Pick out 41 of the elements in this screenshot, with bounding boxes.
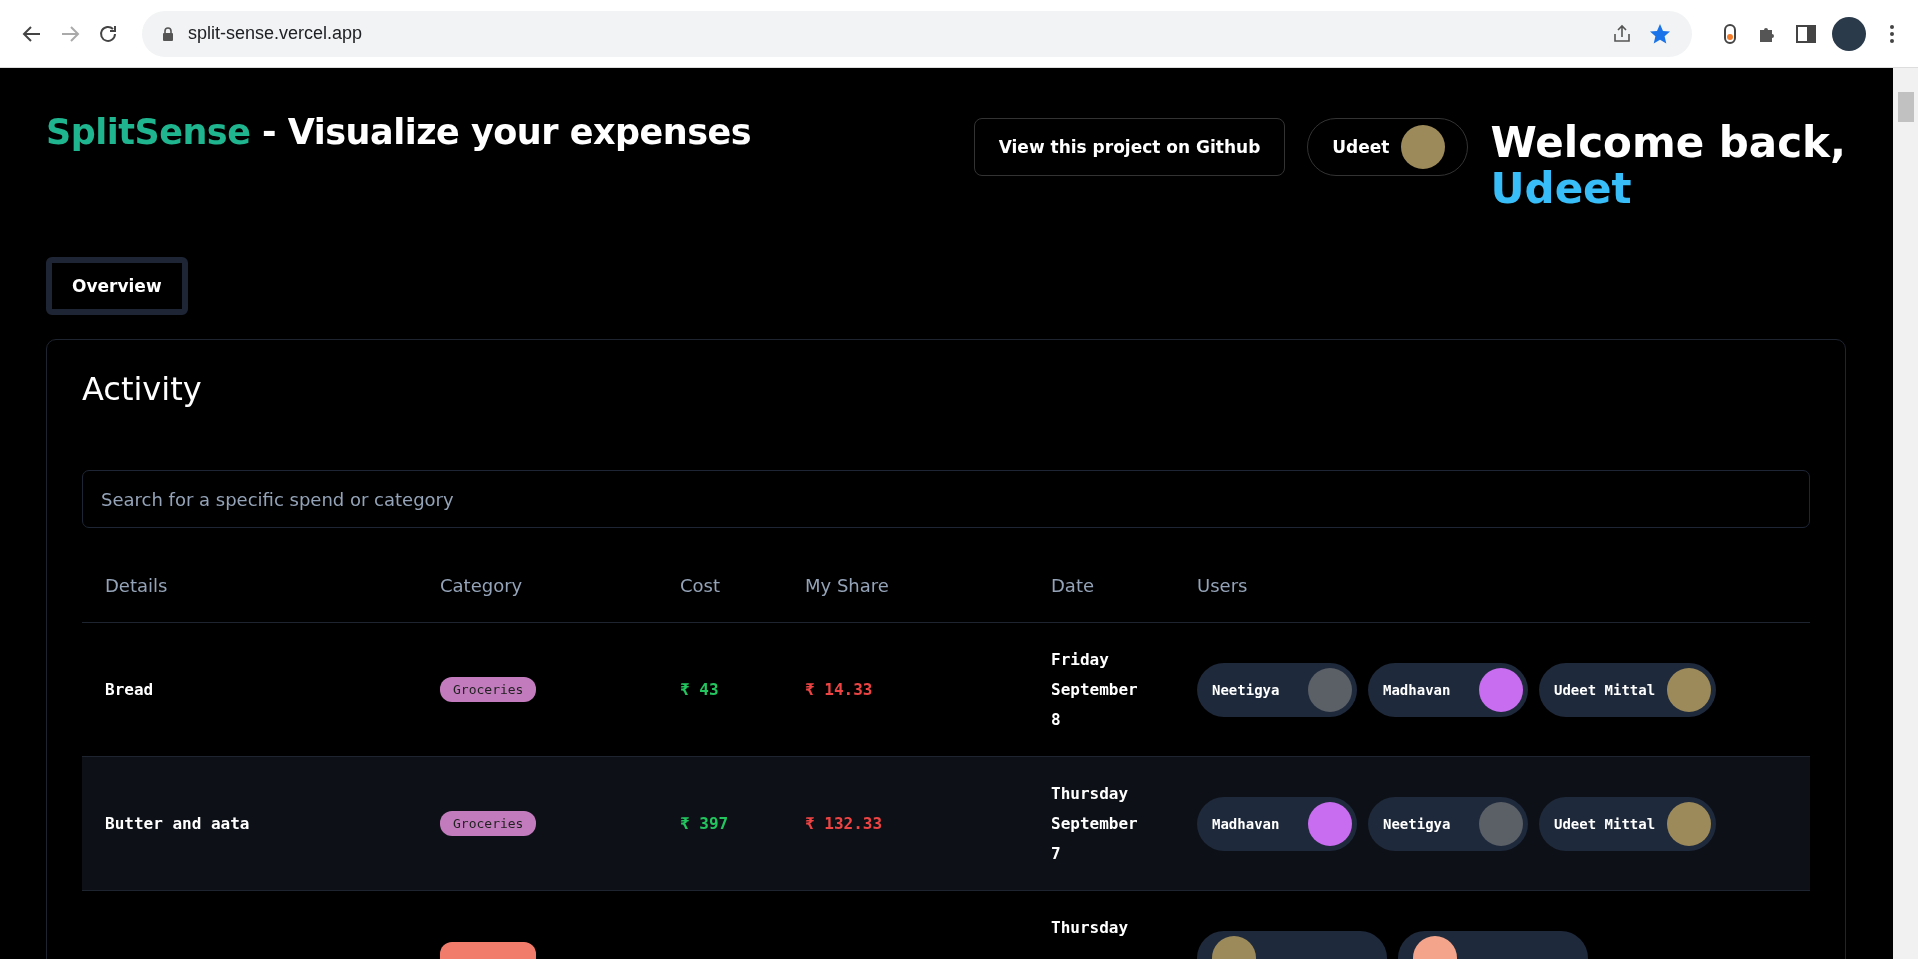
github-button[interactable]: View this project on Github: [973, 118, 1286, 176]
welcome-name: Udeet: [1490, 166, 1633, 213]
column-header: Users: [1197, 574, 1248, 596]
column-header: Cost: [680, 574, 721, 596]
column-header: My Share: [805, 574, 889, 596]
lock-icon: [162, 26, 174, 41]
date-text: Friday September 8: [1051, 649, 1139, 732]
user-button[interactable]: Udeet: [1307, 118, 1469, 176]
card-title: Activity: [82, 370, 203, 409]
welcome-text: Welcome back,: [1490, 120, 1846, 167]
user-chip[interactable]: Madhavan: [1368, 662, 1528, 717]
share-text: ₹ 132.33: [805, 814, 883, 834]
scrollbar[interactable]: [1893, 68, 1918, 959]
cost-text: ₹ 397: [680, 814, 729, 834]
details-text: Bread: [105, 680, 154, 700]
user-chip[interactable]: Neetigya: [1197, 662, 1357, 717]
column-header: Details: [105, 574, 168, 596]
user-chip[interactable]: Udeet Mittal: [1539, 662, 1717, 717]
user-chip[interactable]: Udeet Mittal: [1539, 796, 1717, 851]
search-field[interactable]: Search for a specific spend or category: [82, 470, 1810, 529]
category-tag: Groceries: [440, 811, 537, 837]
share-text: ₹ 14.33: [805, 680, 873, 700]
column-header: Date: [1051, 574, 1095, 596]
details-text: Butter and aata: [105, 814, 250, 834]
scrollbar-thumb[interactable]: [1897, 92, 1914, 122]
category-tag: Groceries: [440, 677, 537, 703]
avatar-icon: [1401, 125, 1446, 169]
table-row[interactable]: Thursday: [82, 891, 1810, 959]
date-text: Thursday September 7: [1051, 783, 1139, 866]
url-text: split-sense.vercel.app: [188, 23, 363, 44]
address-bar[interactable]: split-sense.vercel.app: [142, 10, 1692, 57]
user-chip[interactable]: Madhavan: [1197, 796, 1357, 851]
date-text: Thursday: [1051, 917, 1130, 940]
profile-avatar[interactable]: [1832, 16, 1866, 51]
page-title: SplitSense - Visualize your expenses: [46, 112, 752, 152]
user-chip[interactable]: Neetigya: [1368, 796, 1528, 851]
table-row[interactable]: Bread Groceries ₹ 43 ₹ 14.33 Friday September 8 Neetigya Madhavan Udeet Mittal: [82, 623, 1810, 758]
overview-tab[interactable]: Overview: [46, 257, 188, 316]
table-row[interactable]: Butter and aata Groceries ₹ 397 ₹ 132.33 Thursday September 7 Madhavan Neetigya Udeet Mittal: [82, 757, 1810, 892]
column-header: Category: [440, 574, 523, 596]
cost-text: ₹ 43: [680, 680, 719, 700]
